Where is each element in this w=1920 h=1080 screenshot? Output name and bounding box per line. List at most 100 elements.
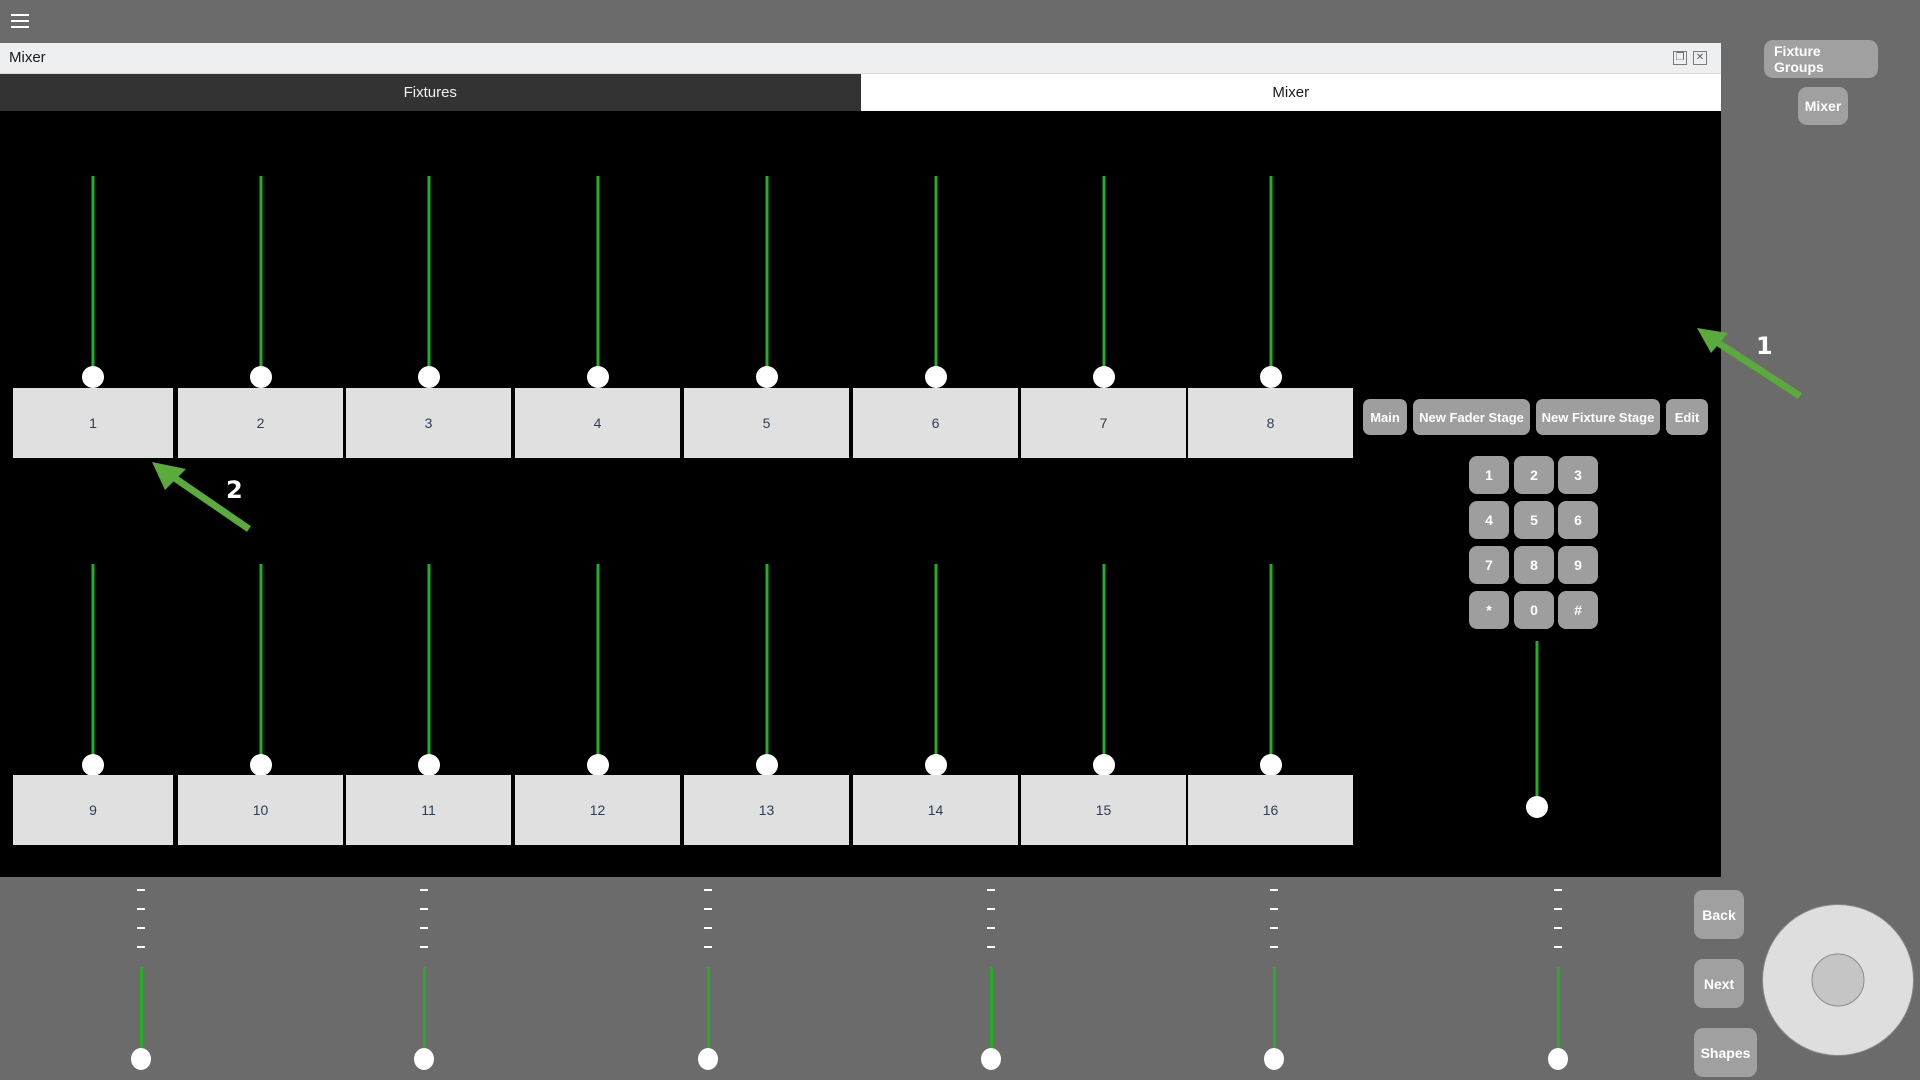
- fader-10[interactable]: [246, 564, 276, 776]
- sidebar-button-mixer[interactable]: Mixer: [1798, 87, 1848, 125]
- keypad-key-4[interactable]: 4: [1469, 501, 1509, 539]
- bottom-fader-1-track[interactable]: [140, 967, 143, 1050]
- keypad-key-0[interactable]: 0: [1514, 591, 1554, 629]
- fixture-button-12[interactable]: 12: [515, 775, 680, 845]
- keypad-key-2[interactable]: 2: [1514, 456, 1554, 494]
- bottom-fader-6-track[interactable]: [1557, 967, 1560, 1050]
- fader-9-knob[interactable]: [82, 754, 104, 776]
- fader-5-knob[interactable]: [755, 366, 778, 388]
- fader-4-knob[interactable]: [586, 366, 609, 388]
- fixture-button-11[interactable]: 11: [346, 775, 511, 845]
- fader-13-knob[interactable]: [755, 754, 778, 776]
- bottom-button-back[interactable]: Back: [1694, 890, 1744, 939]
- bottom-fader-5-knob[interactable]: [1264, 1048, 1284, 1070]
- sidebar-button-fixture-groups[interactable]: Fixture Groups: [1764, 40, 1878, 78]
- bottom-fader-3-track[interactable]: [707, 967, 710, 1050]
- fixture-button-6[interactable]: 6: [853, 388, 1018, 458]
- keypad-key-9[interactable]: 9: [1558, 546, 1598, 584]
- bottom-button-next[interactable]: Next: [1694, 959, 1744, 1008]
- fader-12-knob[interactable]: [586, 754, 609, 776]
- fader-16-knob[interactable]: [1259, 754, 1282, 776]
- fixture-button-1[interactable]: 1: [13, 388, 173, 458]
- restore-window-icon[interactable]: ❐: [1673, 51, 1687, 65]
- keypad-key-7[interactable]: 7: [1469, 546, 1509, 584]
- fixture-button-7[interactable]: 7: [1021, 388, 1186, 458]
- fader-1[interactable]: [78, 176, 108, 388]
- bottom-fader-2-knob[interactable]: [414, 1048, 434, 1070]
- fader-12[interactable]: [583, 564, 613, 776]
- mixer-stage: 1 2 3 4 5 6 7 8 9 10 11 12 13 14 15 16 Main New Fader Sta…: [0, 111, 1721, 877]
- fader-16[interactable]: [1256, 564, 1286, 776]
- keypad-key-8[interactable]: 8: [1514, 546, 1554, 584]
- bottom-fader-5-dash-1: [1270, 889, 1278, 891]
- stage-button-main[interactable]: Main: [1363, 399, 1407, 435]
- fader-15-knob[interactable]: [1092, 754, 1115, 776]
- fader-3[interactable]: [414, 176, 444, 388]
- fader-13[interactable]: [752, 564, 782, 776]
- fixture-button-14[interactable]: 14: [853, 775, 1018, 845]
- fader-11[interactable]: [414, 564, 444, 776]
- fixture-button-15[interactable]: 15: [1021, 775, 1186, 845]
- bottom-fader-2-dash-1: [420, 889, 428, 891]
- fixture-button-5[interactable]: 5: [684, 388, 849, 458]
- hamburger-menu-icon[interactable]: [11, 14, 29, 28]
- bottom-fader-1-knob[interactable]: [131, 1048, 151, 1070]
- master-fader[interactable]: [1522, 641, 1552, 818]
- fader-8[interactable]: [1256, 176, 1286, 388]
- jog-wheel-center[interactable]: [1811, 953, 1865, 1007]
- fader-6-knob[interactable]: [924, 366, 947, 388]
- fader-8-knob[interactable]: [1259, 366, 1282, 388]
- window-title: Mixer: [9, 49, 46, 66]
- master-fader-knob[interactable]: [1526, 796, 1548, 818]
- fader-9[interactable]: [78, 564, 108, 776]
- fixture-button-3[interactable]: 3: [346, 388, 511, 458]
- fader-11-knob[interactable]: [417, 754, 440, 776]
- fixture-button-8[interactable]: 8: [1188, 388, 1353, 458]
- fixture-button-4[interactable]: 4: [515, 388, 680, 458]
- fader-15[interactable]: [1089, 564, 1119, 776]
- close-window-icon[interactable]: ✕: [1693, 51, 1707, 65]
- bottom-fader-6-knob[interactable]: [1548, 1048, 1568, 1070]
- stage-button-new-fixture-stage[interactable]: New Fixture Stage: [1536, 399, 1660, 435]
- fixture-button-16[interactable]: 16: [1188, 775, 1353, 845]
- bottom-fader-6-dash-4: [1554, 946, 1562, 948]
- bottom-button-shapes[interactable]: Shapes: [1694, 1028, 1757, 1077]
- fader-7[interactable]: [1089, 176, 1119, 388]
- fader-4[interactable]: [583, 176, 613, 388]
- fixture-button-10[interactable]: 10: [178, 775, 343, 845]
- fader-6[interactable]: [921, 176, 951, 388]
- keypad-key-hash[interactable]: #: [1558, 591, 1598, 629]
- fader-5[interactable]: [752, 176, 782, 388]
- tab-fixtures[interactable]: Fixtures: [0, 74, 861, 111]
- keypad-key-star[interactable]: *: [1469, 591, 1509, 629]
- fader-2[interactable]: [246, 176, 276, 388]
- bottom-fader-2-track[interactable]: [423, 967, 426, 1050]
- bottom-fader-3-dash-3: [704, 927, 712, 929]
- bottom-fader-5-dash-4: [1270, 946, 1278, 948]
- keypad-key-1[interactable]: 1: [1469, 456, 1509, 494]
- fader-2-knob[interactable]: [249, 366, 272, 388]
- fixture-button-9[interactable]: 9: [13, 775, 173, 845]
- fader-14[interactable]: [921, 564, 951, 776]
- stage-button-new-fader-stage[interactable]: New Fader Stage: [1413, 399, 1530, 435]
- keypad-key-5[interactable]: 5: [1514, 501, 1554, 539]
- tab-mixer[interactable]: Mixer: [860, 74, 1721, 111]
- fader-10-track: [259, 564, 262, 765]
- fader-7-knob[interactable]: [1092, 366, 1115, 388]
- bottom-fader-1-dash-4: [137, 946, 145, 948]
- bottom-fader-4-track[interactable]: [990, 967, 993, 1050]
- bottom-fader-5-track[interactable]: [1273, 967, 1276, 1050]
- jog-wheel[interactable]: [1762, 904, 1914, 1056]
- keypad-key-3[interactable]: 3: [1558, 456, 1598, 494]
- fader-14-knob[interactable]: [924, 754, 947, 776]
- bottom-fader-2-dash-2: [420, 908, 428, 910]
- bottom-fader-3-knob[interactable]: [698, 1048, 718, 1070]
- fixture-button-13[interactable]: 13: [684, 775, 849, 845]
- keypad-key-6[interactable]: 6: [1558, 501, 1598, 539]
- bottom-fader-4-knob[interactable]: [981, 1048, 1001, 1070]
- fader-3-knob[interactable]: [417, 366, 440, 388]
- fader-10-knob[interactable]: [249, 754, 272, 776]
- fixture-button-2[interactable]: 2: [178, 388, 343, 458]
- fader-1-knob[interactable]: [82, 366, 104, 388]
- stage-button-edit[interactable]: Edit: [1666, 399, 1708, 435]
